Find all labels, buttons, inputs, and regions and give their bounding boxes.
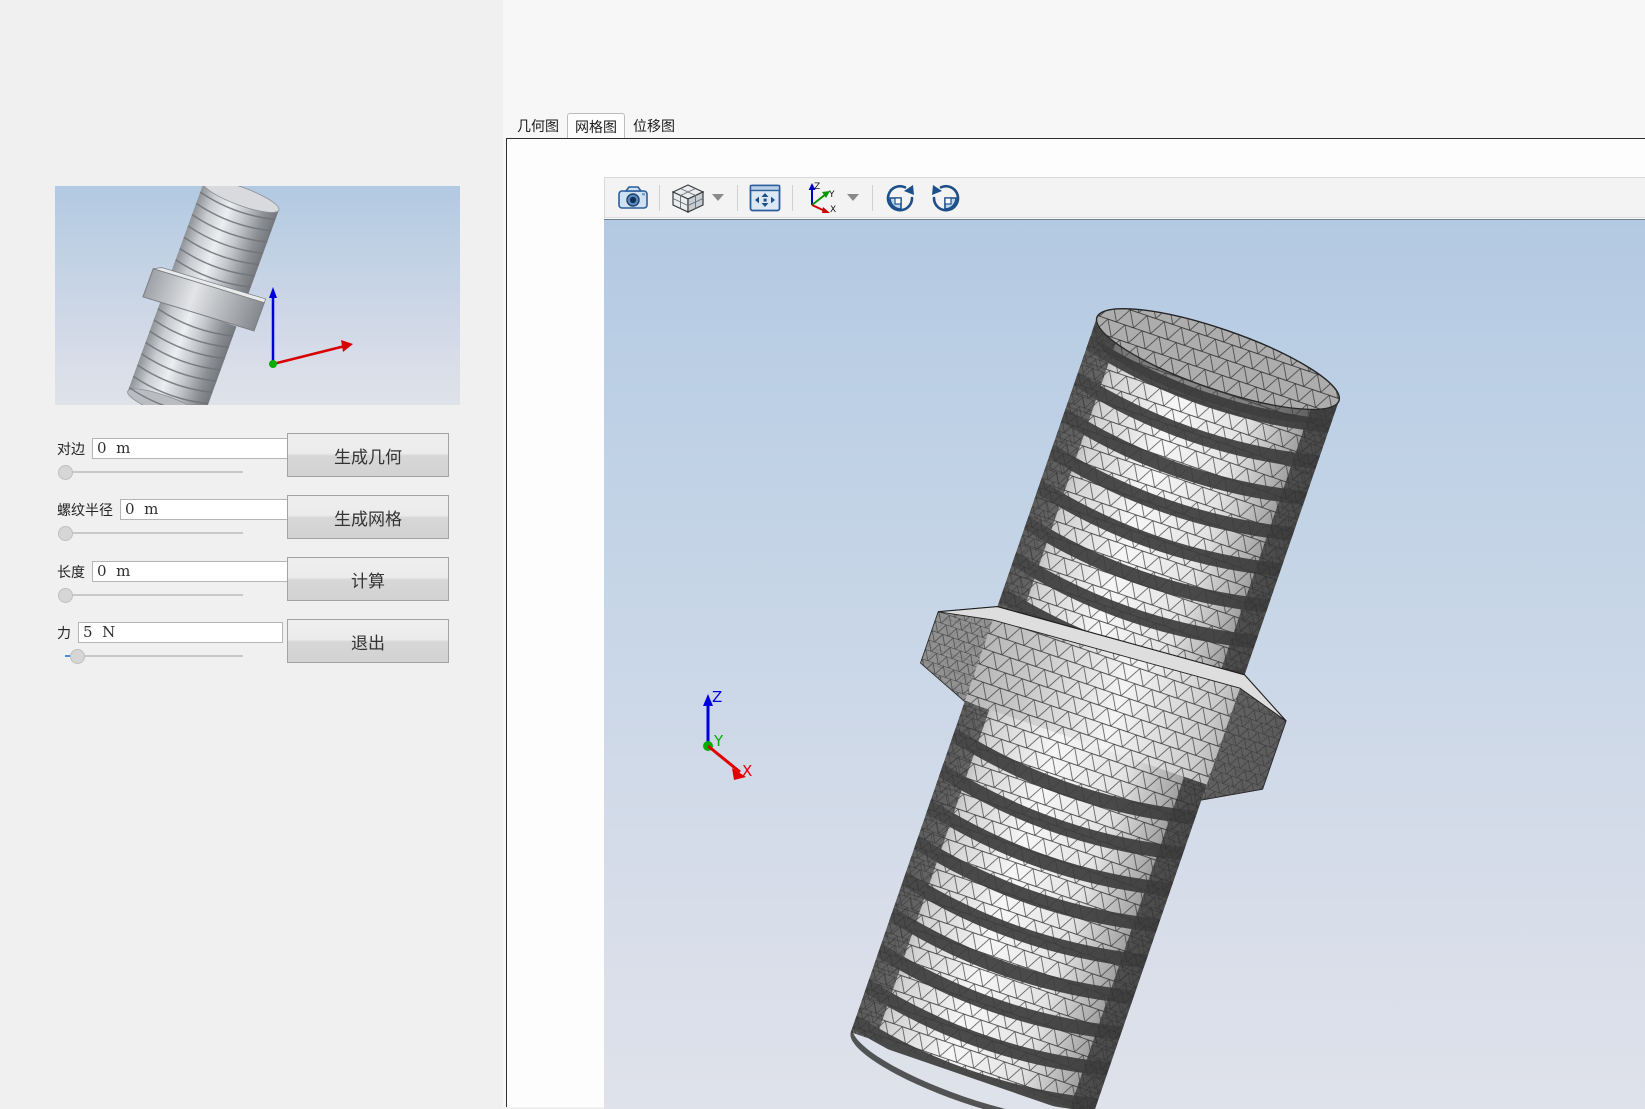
view-cube-chevron-down-icon[interactable]	[712, 194, 724, 201]
rotate-ccw-icon[interactable]	[923, 180, 967, 216]
button-label: 计算	[351, 571, 385, 592]
slider-rail	[65, 655, 243, 657]
param-label-3: 力	[57, 625, 71, 642]
toolbar-separator	[872, 184, 873, 211]
right-view-pane: 几何图 网格图 位移图 Z Y X Z Y X	[503, 0, 1645, 1109]
button-generate-geometry[interactable]: 生成几何	[287, 433, 449, 477]
param-input-force[interactable]	[78, 622, 283, 643]
tab-geometry[interactable]: 几何图	[509, 113, 567, 139]
param-slider-across-flats[interactable]	[57, 465, 249, 480]
button-exit[interactable]: 退出	[287, 619, 449, 663]
rotate-cw-icon[interactable]	[879, 180, 923, 216]
fit-to-window-icon[interactable]	[744, 180, 786, 216]
param-slider-length[interactable]	[57, 588, 249, 603]
slider-rail	[65, 471, 243, 473]
button-label: 生成几何	[334, 447, 402, 468]
param-input-length[interactable]	[92, 561, 297, 582]
axis-label-z: Z	[712, 688, 722, 706]
axis-orientation-icon[interactable]: Z Y X	[799, 180, 845, 216]
axis-label-y: Y	[713, 732, 724, 750]
tab-displacement[interactable]: 位移图	[625, 113, 683, 139]
tab-mesh[interactable]: 网格图	[567, 113, 625, 139]
svg-text:X: X	[830, 205, 836, 215]
slider-knob[interactable]	[58, 465, 73, 480]
axis-label-x: X	[742, 762, 752, 780]
left-control-panel: 对边 螺纹半径 长度	[0, 0, 503, 1107]
geometry-preview[interactable]	[55, 186, 460, 405]
slider-rail	[65, 594, 243, 596]
slider-rail	[65, 532, 243, 534]
param-label-0: 对边	[57, 441, 85, 458]
toolbar-separator	[659, 184, 660, 211]
toolbar-separator	[737, 184, 738, 211]
mesh-3d-viewport[interactable]: Z Y X	[604, 219, 1645, 1109]
button-compute[interactable]: 计算	[287, 557, 449, 601]
bolt-mesh-render: Z Y X	[703, 307, 1341, 1109]
view-tabbar: 几何图 网格图 位移图	[503, 113, 1645, 139]
button-generate-mesh[interactable]: 生成网格	[287, 495, 449, 539]
tab-label: 几何图	[517, 119, 559, 135]
toolbar-separator	[792, 184, 793, 211]
param-slider-thread-radius[interactable]	[57, 526, 249, 541]
param-label-2: 长度	[57, 564, 85, 581]
slider-knob[interactable]	[58, 588, 73, 603]
preview-axis-triad	[269, 287, 353, 368]
slider-knob[interactable]	[58, 526, 73, 541]
bolt-preview-drawing	[127, 186, 353, 405]
view-cube-icon[interactable]	[666, 180, 710, 216]
param-label-1: 螺纹半径	[57, 502, 113, 519]
param-input-across-flats[interactable]	[92, 438, 297, 459]
param-slider-force[interactable]	[57, 649, 249, 664]
tab-label: 网格图	[575, 119, 617, 136]
svg-text:Z: Z	[814, 182, 820, 192]
viewport-axis-triad: Z Y X	[703, 688, 752, 780]
viewport-toolbar: Z Y X	[604, 177, 1645, 218]
axis-orientation-chevron-down-icon[interactable]	[847, 194, 859, 201]
screenshot-camera-icon[interactable]	[613, 180, 653, 216]
button-label: 生成网格	[334, 509, 402, 530]
tab-label: 位移图	[633, 119, 675, 135]
button-label: 退出	[351, 633, 385, 654]
slider-knob[interactable]	[70, 649, 85, 664]
svg-text:Y: Y	[828, 190, 835, 200]
mesh-view-frame: Z Y X Z Y X	[506, 138, 1645, 1109]
